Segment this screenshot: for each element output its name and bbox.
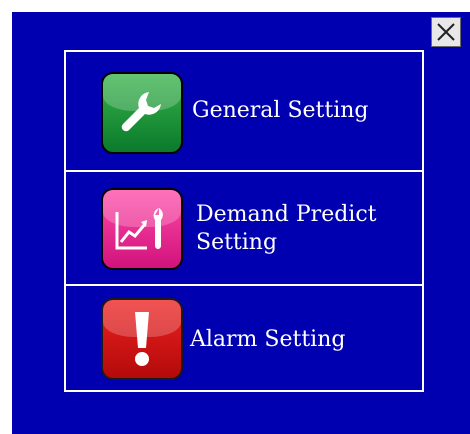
settings-menu: General Setting Demand Predict Setting A… bbox=[64, 50, 424, 392]
exclamation-icon bbox=[101, 298, 183, 380]
general-setting-item[interactable]: General Setting bbox=[66, 52, 422, 170]
close-button[interactable] bbox=[431, 17, 461, 47]
demand-predict-label-line2: Setting bbox=[196, 230, 278, 255]
wrench-icon bbox=[101, 72, 183, 154]
dialog-window: General Setting Demand Predict Setting A… bbox=[0, 0, 470, 434]
alarm-setting-label: Alarm Setting bbox=[190, 327, 346, 352]
general-setting-label: General Setting bbox=[192, 98, 369, 123]
demand-predict-setting-item[interactable]: Demand Predict Setting bbox=[66, 172, 422, 284]
close-icon bbox=[437, 23, 455, 41]
demand-predict-label-line1: Demand Predict bbox=[196, 202, 377, 227]
chart-wrench-icon bbox=[101, 188, 183, 270]
settings-panel: General Setting Demand Predict Setting A… bbox=[12, 12, 470, 434]
alarm-setting-item[interactable]: Alarm Setting bbox=[66, 286, 422, 390]
